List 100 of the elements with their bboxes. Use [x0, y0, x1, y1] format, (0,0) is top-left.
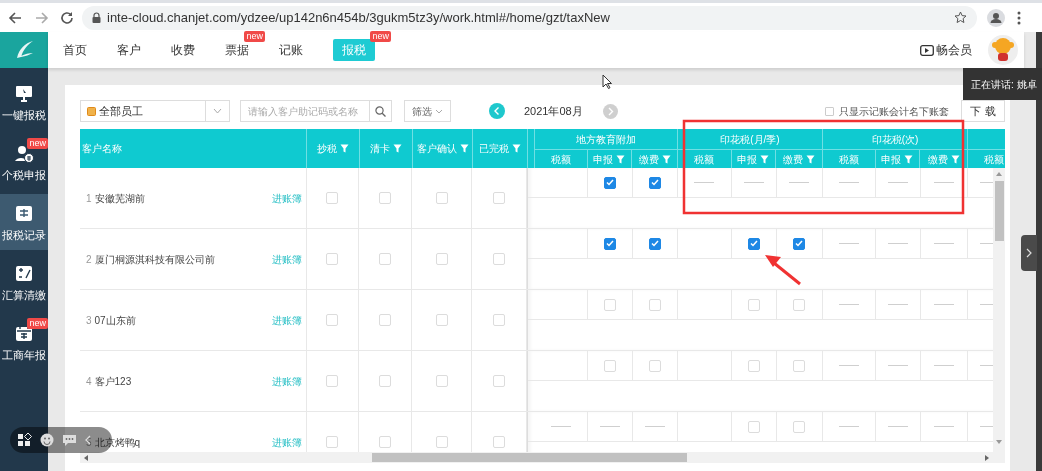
checkbox-label: 只显示记账会计名下账套	[839, 104, 949, 119]
checkbox[interactable]	[604, 237, 616, 250]
column-header: 清卡	[370, 142, 390, 156]
dash-mark	[980, 243, 993, 244]
avatar-icon[interactable]	[988, 35, 1018, 65]
nav-tab[interactable]: 记账	[279, 39, 303, 61]
dash-mark	[888, 365, 908, 366]
vertical-scrollbar[interactable]	[993, 168, 1005, 452]
dropdown-icon	[435, 108, 443, 114]
dropdown-icon	[213, 108, 222, 114]
more-menu-icon[interactable]	[1017, 10, 1021, 25]
checkbox[interactable]	[793, 237, 806, 250]
customer-name: 客户123	[94, 374, 133, 389]
dash-mark	[980, 365, 993, 366]
new-badge: new	[27, 318, 48, 329]
filter-dropdown[interactable]: 筛选	[404, 100, 451, 122]
filter-icon[interactable]	[950, 154, 960, 164]
profile-icon[interactable]	[987, 8, 1005, 27]
filter-icon[interactable]	[616, 154, 626, 164]
checkbox[interactable]	[649, 237, 661, 250]
checkbox[interactable]	[604, 176, 616, 189]
dash-mark	[980, 426, 993, 427]
search-field[interactable]: 请输入客户助记码或名称	[240, 100, 392, 122]
scroll-thumb[interactable]	[372, 453, 687, 462]
star-icon[interactable]	[954, 11, 967, 24]
tax-icon	[14, 203, 34, 224]
collapse-icon[interactable]	[85, 435, 91, 445]
download-button[interactable]: 下 载	[961, 100, 1005, 122]
address-bar[interactable]: inte-cloud.chanjet.com/ydzee/up142n6n454b/3gukm5tz3y/work.html#/home/gzt/taxNew	[82, 5, 977, 30]
dash-mark	[934, 304, 954, 305]
dash-mark	[789, 182, 810, 183]
dash-mark	[980, 304, 993, 305]
sidebar-item[interactable]: 报税记录	[0, 194, 48, 250]
dash-mark	[934, 365, 954, 366]
filter-icon[interactable]	[661, 154, 671, 164]
column-header: 税额	[984, 152, 1004, 167]
filter-icon[interactable]	[806, 154, 816, 164]
sidebar-item[interactable]: new 个税申报	[0, 134, 48, 190]
apps-icon[interactable]	[18, 433, 32, 447]
nav-tab[interactable]: 客户	[117, 39, 141, 61]
column-header: 客户确认	[416, 142, 457, 156]
dash-mark	[934, 243, 954, 244]
next-month-icon[interactable]	[602, 103, 618, 119]
scroll-left-icon	[84, 454, 88, 461]
checkbox[interactable]	[825, 106, 834, 116]
filter-icon[interactable]	[393, 144, 402, 153]
nav-tab[interactable]: 票据	[225, 39, 249, 61]
reload-icon[interactable]	[60, 10, 74, 25]
month-label: 2021年08月	[524, 103, 583, 119]
sidebar-item[interactable]: new 工商年报	[0, 314, 48, 370]
back-icon[interactable]	[8, 10, 22, 25]
play-icon	[920, 44, 934, 56]
employee-select[interactable]: 全部员工	[80, 100, 230, 122]
previous-month-icon[interactable]	[489, 103, 505, 119]
column-header: 抄税	[317, 142, 337, 156]
customer-name: 厦门桐源淇科技有限公司前	[94, 252, 216, 267]
filter-icon[interactable]	[340, 144, 349, 153]
dash-mark	[934, 426, 954, 427]
chevron-right-icon	[1026, 248, 1032, 258]
scroll-thumb[interactable]	[994, 181, 1004, 241]
filter-icon[interactable]	[760, 154, 770, 164]
dash-mark	[600, 426, 620, 427]
nav-tab[interactable]: 首页	[63, 39, 87, 61]
dash-mark	[888, 182, 908, 183]
chat-icon[interactable]	[62, 433, 77, 447]
sidebar-item[interactable]: 一键报税	[0, 74, 48, 130]
customer-name: 07山东前	[94, 313, 137, 328]
dash-mark	[839, 304, 859, 305]
new-badge: new	[27, 138, 48, 149]
dash-mark	[551, 426, 571, 427]
group-header: 地方教育附加	[576, 132, 636, 147]
row-number: 1	[86, 191, 92, 206]
row-number: 2	[86, 252, 92, 267]
horizontal-scrollbar[interactable]	[80, 452, 1005, 463]
panel-toggle[interactable]	[1021, 235, 1037, 271]
dash-mark	[694, 182, 715, 183]
member-link[interactable]: 畅会员	[920, 41, 972, 59]
filter-icon[interactable]	[904, 154, 914, 164]
checkbox[interactable]	[649, 176, 661, 189]
row-number: 4	[86, 374, 92, 389]
column-header: 申报	[593, 152, 614, 167]
dash-mark	[888, 243, 908, 244]
filter-icon[interactable]	[459, 144, 469, 153]
column-header: 申报	[737, 152, 758, 167]
dash-mark	[645, 426, 665, 427]
tooltip-text: 正在讲话: 姚卓	[971, 77, 1037, 92]
forward-icon[interactable]	[35, 10, 49, 25]
column-header: 已完税	[479, 142, 509, 156]
calculator-icon	[14, 263, 34, 284]
emoji-icon[interactable]	[40, 433, 54, 447]
checkbox[interactable]	[748, 237, 760, 250]
filter-icon[interactable]	[512, 144, 521, 153]
column-header: 税额	[694, 152, 715, 167]
sidebar-item[interactable]: 汇算清缴	[0, 254, 48, 310]
arrow	[764, 254, 802, 286]
dash-mark	[980, 182, 993, 183]
nav-tab[interactable]: 收费	[171, 39, 195, 61]
scroll-down-icon	[996, 440, 1002, 444]
column-header: 缴费	[927, 152, 948, 167]
monitor-icon	[14, 83, 34, 104]
